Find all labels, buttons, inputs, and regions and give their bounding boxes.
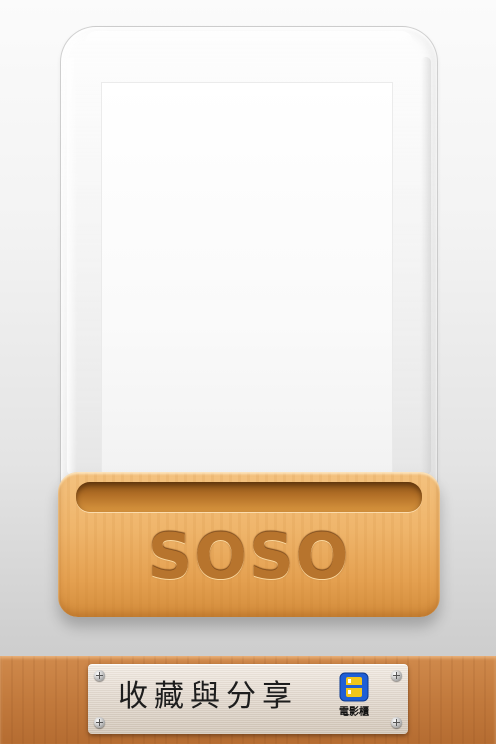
brand-badge[interactable]: 電影櫃 [326, 672, 382, 728]
glass-highlight [85, 31, 413, 45]
glass-edge-right [421, 57, 431, 475]
screw-icon [94, 670, 105, 681]
film-cabinet-icon [339, 672, 369, 702]
brand-label: 電影櫃 [339, 707, 369, 718]
nameplate: 收藏與分享 電影櫃 [88, 664, 408, 734]
collect-and-share-title: 收藏與分享 [118, 679, 298, 714]
glass-edge-left [67, 57, 77, 475]
soso-logo: SOSO [147, 520, 351, 593]
wooden-stand-base: SOSO [58, 472, 440, 617]
screw-icon [94, 717, 105, 728]
poster-slot[interactable] [101, 82, 393, 478]
wood-groove [76, 482, 422, 512]
screw-icon [391, 670, 402, 681]
screw-icon [391, 717, 402, 728]
